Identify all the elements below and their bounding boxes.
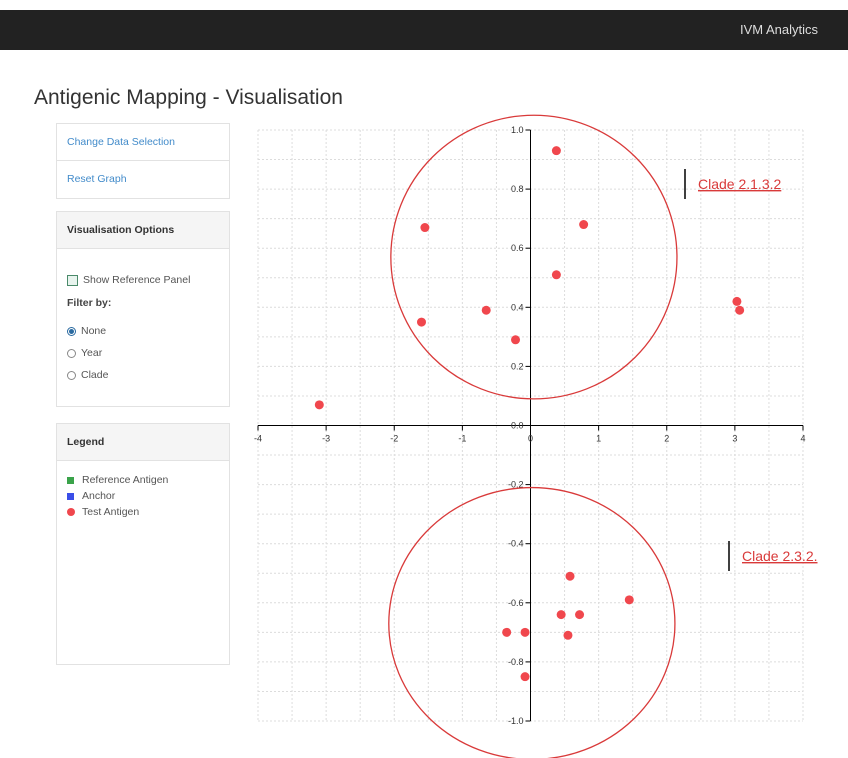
x-tick-label: -2 [390, 434, 398, 444]
clade-ellipse [388, 486, 676, 758]
test-antigen-point [556, 610, 566, 620]
test-antigen-point [511, 335, 521, 345]
test-antigen-point [732, 296, 742, 306]
y-tick-label: -0.6 [508, 598, 524, 608]
x-tick-label: -1 [458, 434, 466, 444]
test-antigen-point [551, 146, 561, 156]
test-antigen-point [481, 305, 491, 315]
antigenic-map-chart[interactable]: -4 -3 -2 -1 0 1 2 3 41.00.80.60.40.20.0-0.2-0.4-… [0, 0, 848, 758]
clade-ellipse [390, 114, 678, 400]
y-tick-label: -0.4 [508, 539, 524, 549]
test-antigen-point [502, 627, 512, 637]
test-antigen-point [520, 627, 530, 637]
clade-label: Clade 2.1.3.2 [698, 176, 781, 192]
x-tick-label: 0 [528, 434, 533, 444]
y-tick-label: 0.0 [511, 421, 524, 431]
y-tick-label: 1.0 [511, 125, 524, 135]
x-tick-label: -3 [322, 434, 330, 444]
test-antigen-point [551, 270, 561, 280]
x-tick-label: 4 [800, 434, 805, 444]
x-tick-label: 3 [732, 434, 737, 444]
test-antigen-point [735, 305, 745, 315]
x-tick-label: -4 [254, 434, 262, 444]
test-antigen-point [520, 672, 530, 682]
test-antigen-point [575, 610, 585, 620]
clade-label: Clade 2.3.2. [742, 548, 818, 564]
x-tick-label: 1 [596, 434, 601, 444]
y-tick-label: 0.4 [511, 302, 524, 312]
y-tick-label: -0.8 [508, 657, 524, 667]
x-tick-label: 2 [664, 434, 669, 444]
test-antigen-point [624, 595, 634, 605]
test-antigen-point [314, 400, 324, 410]
y-tick-label: 0.8 [511, 184, 524, 194]
y-tick-label: 0.2 [511, 361, 524, 371]
test-antigen-point [417, 317, 426, 327]
y-tick-label: -1.0 [508, 716, 524, 726]
test-antigen-point [565, 571, 575, 581]
test-antigen-point [579, 220, 589, 230]
y-tick-label: 0.6 [511, 243, 524, 253]
test-antigen-point [563, 630, 573, 640]
test-antigen-point [420, 223, 430, 233]
